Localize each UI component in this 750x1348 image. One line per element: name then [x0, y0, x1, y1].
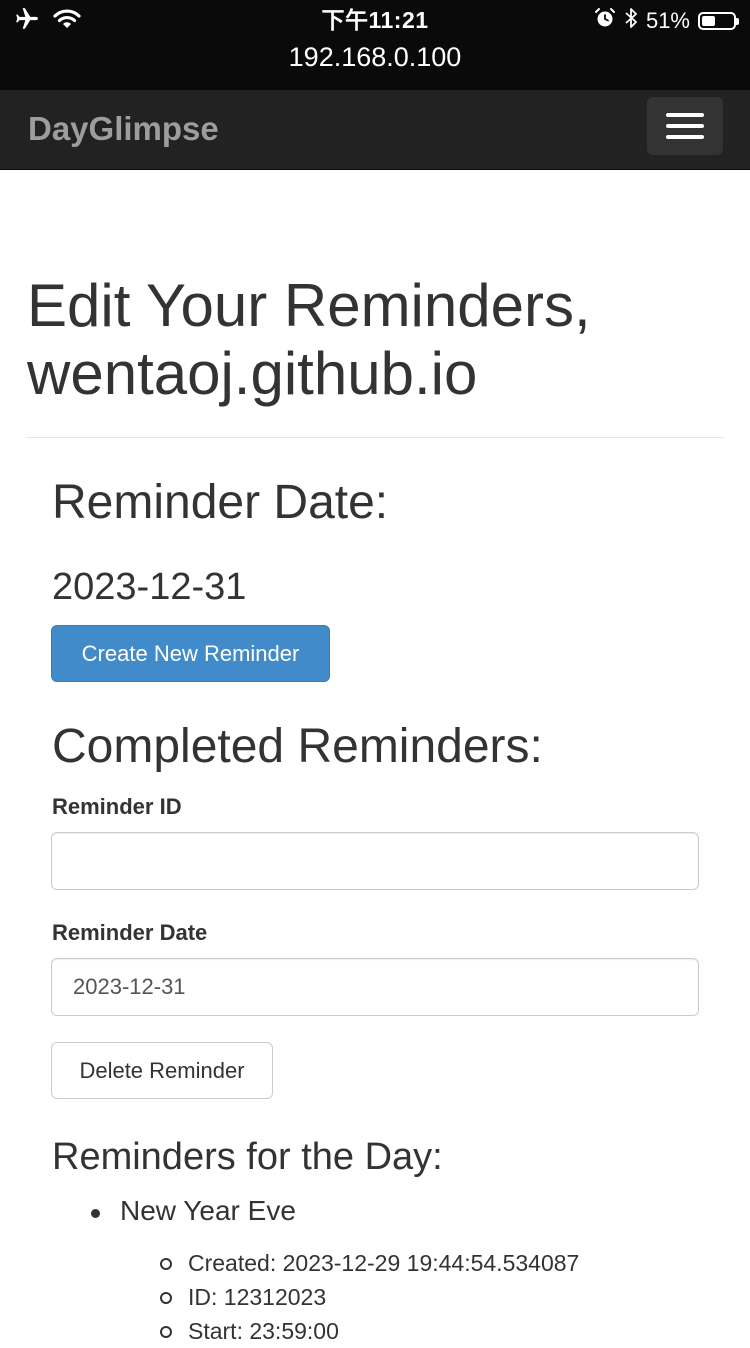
reminders-for-day-heading: Reminders for the Day:	[52, 1136, 443, 1178]
hamburger-menu-icon[interactable]	[647, 97, 723, 155]
bullet-circle-icon	[160, 1292, 172, 1304]
reminder-start-text: Start: 23:59:00	[188, 1318, 339, 1344]
hamburger-bar	[666, 135, 704, 139]
status-bar: 下午11:21 192.168.0.100 51%	[0, 0, 750, 90]
bluetooth-icon	[624, 7, 638, 35]
hamburger-bar	[666, 113, 704, 117]
navbar: DayGlimpse	[0, 90, 750, 170]
page-title-line2: wentaoj.github.io	[27, 340, 478, 407]
reminder-date-heading: Reminder Date:	[52, 476, 389, 529]
bullet-circle-icon	[160, 1326, 172, 1338]
page-title-line1: Edit Your Reminders,	[27, 272, 591, 339]
battery-icon	[698, 12, 739, 30]
reminder-date-label: Reminder Date	[52, 920, 208, 945]
reminder-created: Created: 2023-12-29 19:44:54.534087	[158, 1246, 579, 1280]
reminder-date-input[interactable]	[51, 958, 699, 1016]
completed-reminders-heading: Completed Reminders:	[52, 720, 543, 773]
reminder-id-label: Reminder ID	[52, 794, 182, 819]
alarm-icon	[594, 7, 616, 35]
battery-percent: 51%	[645, 8, 690, 33]
reminder-created-text: Created: 2023-12-29 19:44:54.534087	[188, 1250, 580, 1276]
reminder-list: New Year Eve Created: 2023-12-29 19:44:5…	[88, 1192, 579, 1344]
divider	[26, 437, 724, 438]
reminder-name: New Year Eve	[120, 1195, 296, 1226]
bullet-circle-icon	[160, 1258, 172, 1270]
battery-level	[702, 16, 716, 26]
status-right-icons: 51%	[594, 6, 739, 36]
reminder-id-text: ID: 12312023	[188, 1284, 327, 1310]
bullet-disc-icon	[91, 1209, 100, 1218]
navbar-brand[interactable]: DayGlimpse	[28, 90, 219, 168]
hamburger-bar	[666, 124, 704, 128]
reminder-date-value: 2023-12-31	[52, 566, 247, 608]
page-title: Edit Your Reminders, wentaoj.github.io	[27, 272, 727, 408]
reminder-id-input[interactable]	[51, 832, 699, 890]
address-url[interactable]: 192.168.0.100	[0, 40, 750, 74]
reminder-start: Start: 23:59:00	[158, 1314, 579, 1348]
reminder-details: Created: 2023-12-29 19:44:54.534087 ID: …	[158, 1246, 579, 1348]
list-item: New Year Eve Created: 2023-12-29 19:44:5…	[88, 1192, 579, 1344]
reminder-id: ID: 12312023	[158, 1280, 579, 1314]
delete-reminder-button[interactable]: Delete Reminder	[51, 1042, 273, 1099]
create-reminder-button[interactable]: Create New Reminder	[51, 625, 330, 682]
